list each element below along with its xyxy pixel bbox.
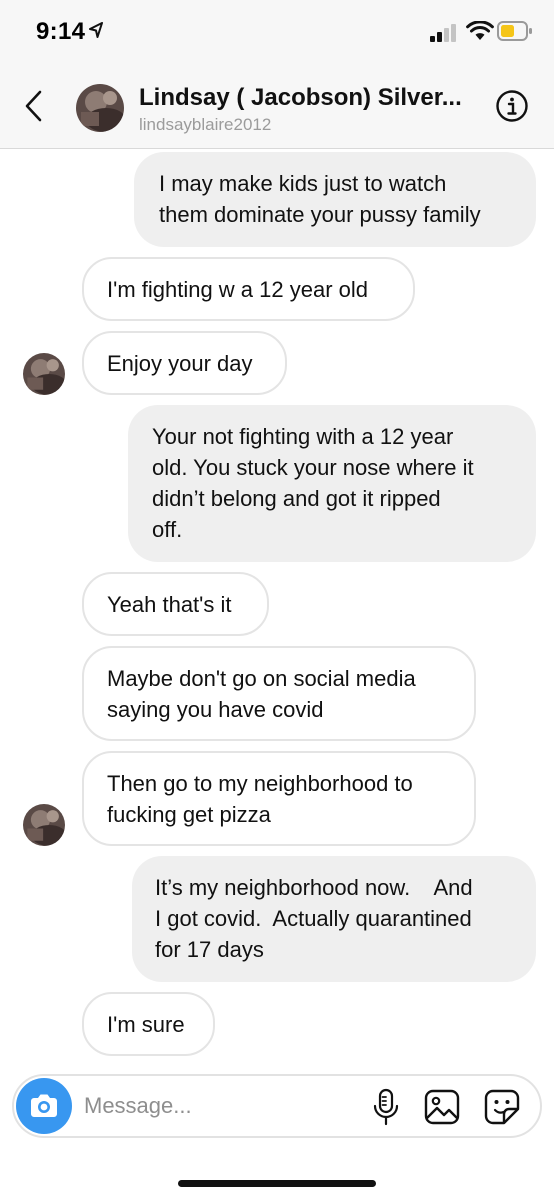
contact-username: lindsayblaire2012 [139,115,272,134]
avatar-photo [23,804,65,846]
gallery-icon [424,1089,460,1125]
voice-message-button[interactable] [371,1088,401,1126]
sender-avatar[interactable] [23,353,65,395]
message-text: Yeah that's it [107,592,232,617]
contact-name[interactable]: Lindsay ( Jacobson) Silver... [139,84,487,112]
avatar-photo [76,84,124,132]
cellular-signal-icon [430,24,456,42]
message-bubble-incoming[interactable]: Maybe don't go on social media saying yo… [82,646,476,741]
camera-icon [31,1094,57,1117]
message-bubble-incoming[interactable]: Enjoy your day [82,331,287,395]
status-time: 9:14 [36,18,86,45]
avatar-photo [23,353,65,395]
sticker-button[interactable] [484,1089,520,1125]
wifi-icon [466,21,494,40]
message-text: I'm fighting w a 12 year old [107,277,369,302]
sticker-icon [484,1089,520,1125]
message-text: I'm sure [107,1012,185,1037]
chat-header: Lindsay ( Jacobson) Silver... lindsaybla… [0,64,554,149]
info-button[interactable] [496,90,528,122]
message-text: Maybe don't go on social media saying yo… [107,666,416,722]
info-icon [496,90,528,122]
gallery-button[interactable] [424,1089,460,1125]
message-text: It’s my neighborhood now. And I got covi… [155,875,473,962]
location-arrow-icon [89,22,103,38]
message-bubble-incoming[interactable]: Then go to my neighborhood to fucking ge… [82,751,476,846]
message-composer [12,1074,542,1138]
home-indicator[interactable] [178,1180,376,1187]
message-bubble-incoming[interactable]: I'm fighting w a 12 year old [82,257,415,321]
message-text: Enjoy your day [107,351,253,376]
message-bubble-outgoing[interactable]: Your not fighting with a 12 year old. Yo… [128,405,536,562]
message-text: Then go to my neighborhood to fucking ge… [107,771,413,827]
message-bubble-outgoing[interactable]: It’s my neighborhood now. And I got covi… [132,856,536,982]
message-input[interactable] [84,1090,344,1122]
back-button[interactable] [18,86,52,126]
chevron-left-icon [25,90,42,122]
message-text: Your not fighting with a 12 year old. Yo… [152,424,474,542]
message-text: I may make kids just to watch them domin… [159,171,481,227]
contact-avatar[interactable] [76,84,124,132]
message-bubble-outgoing[interactable]: I may make kids just to watch them domin… [134,152,536,247]
status-bar: 9:14 [0,0,554,64]
message-bubble-incoming[interactable]: Yeah that's it [82,572,269,636]
message-bubble-incoming[interactable]: I'm sure [82,992,215,1056]
microphone-icon [373,1088,399,1126]
sender-avatar[interactable] [23,804,65,846]
camera-button[interactable] [16,1078,72,1134]
battery-icon [497,21,532,41]
